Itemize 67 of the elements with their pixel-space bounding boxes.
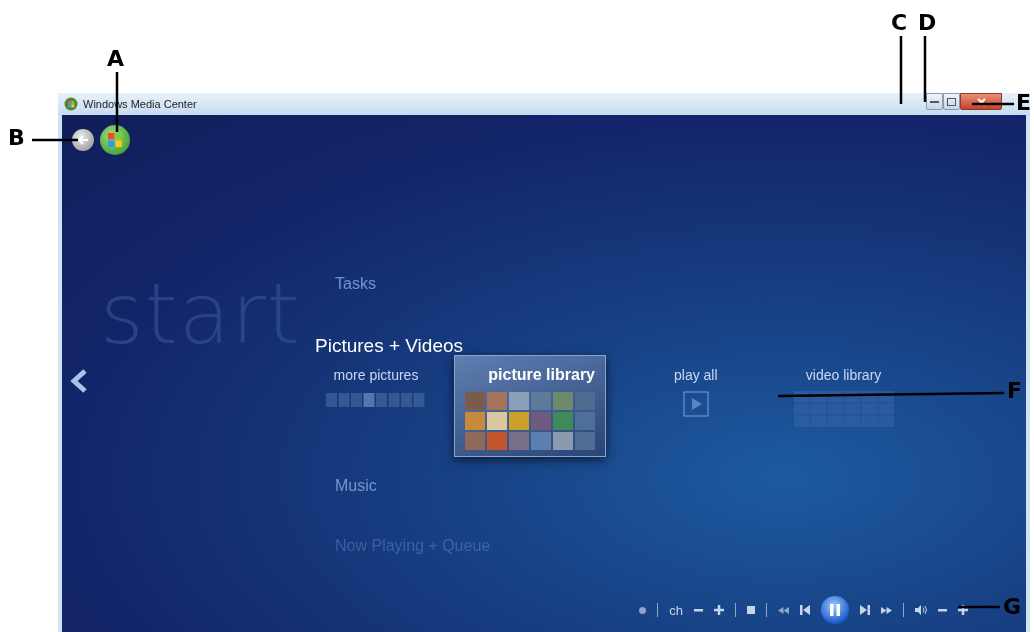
callout-letter: C [891,12,908,34]
pause-icon [830,604,840,616]
photo-placeholder [465,432,485,450]
plus-icon[interactable] [958,605,968,615]
back-arrow-icon [77,135,89,145]
photo-placeholder [575,432,595,450]
fast-forward-icon[interactable] [881,606,892,614]
photo-placeholder [509,392,529,410]
callout-letter: D [918,12,937,34]
record-icon[interactable] [639,606,647,614]
tile-label: video library [805,367,882,383]
logo-icon [64,97,78,111]
next-icon[interactable] [860,605,870,615]
photo-placeholder [487,432,507,450]
thumbnail-strip-icon [326,391,426,409]
plus-icon[interactable] [714,605,724,615]
leader-line [923,34,927,104]
tile-label: play all [674,367,718,383]
callout-letter: G [1003,596,1022,618]
minus-icon[interactable] [694,608,703,612]
menu-tile[interactable]: play all [674,361,718,417]
photo-placeholder [575,412,595,430]
photo-placeholder [531,412,551,430]
leader-line [956,605,1002,609]
play-icon [682,391,709,417]
start-button[interactable] [100,125,130,155]
menu-category[interactable]: Tasks [335,275,376,293]
tile-label: picture library [488,366,595,384]
photo-placeholder [487,392,507,410]
leader-line [30,138,80,142]
maximize-icon [947,97,956,106]
leader-line [970,102,1016,106]
pause-button[interactable] [821,596,849,624]
video-grid-icon [793,391,894,427]
menu-tile[interactable]: video library [793,361,894,427]
minus-icon[interactable] [938,608,947,612]
photo-placeholder [465,412,485,430]
callout-letter: B [8,127,25,149]
menu-tile[interactable]: picture library [454,355,606,457]
callout-letter: A [107,48,125,70]
photo-placeholder [531,432,551,450]
menu-tile[interactable]: more pictures [194,361,426,409]
windows-logo-icon [107,132,123,148]
menu-category[interactable]: Music [335,477,377,495]
rewind-icon[interactable] [778,606,789,614]
photo-placeholder [553,432,573,450]
channel-label: ch [669,602,683,618]
previous-icon[interactable] [800,605,810,615]
callout-letter: F [1007,380,1023,402]
leader-line [899,34,903,106]
tile-label: more pictures [333,367,419,383]
close-button[interactable] [960,93,1002,110]
menu-category[interactable]: Pictures + Videos [315,335,464,357]
back-button[interactable] [72,129,94,151]
minimize-icon [930,100,939,103]
photo-placeholder [465,392,485,410]
photo-placeholder [553,412,573,430]
photo-placeholder [509,432,529,450]
photo-placeholder [531,392,551,410]
photo-placeholder [487,412,507,430]
photo-placeholder [553,392,573,410]
photo-placeholder [509,412,529,430]
maximize-button[interactable] [943,93,960,110]
close-icon [976,97,986,106]
speaker-icon[interactable] [915,605,927,615]
callout-letter: E [1016,92,1032,114]
minimize-button[interactable] [926,93,943,110]
